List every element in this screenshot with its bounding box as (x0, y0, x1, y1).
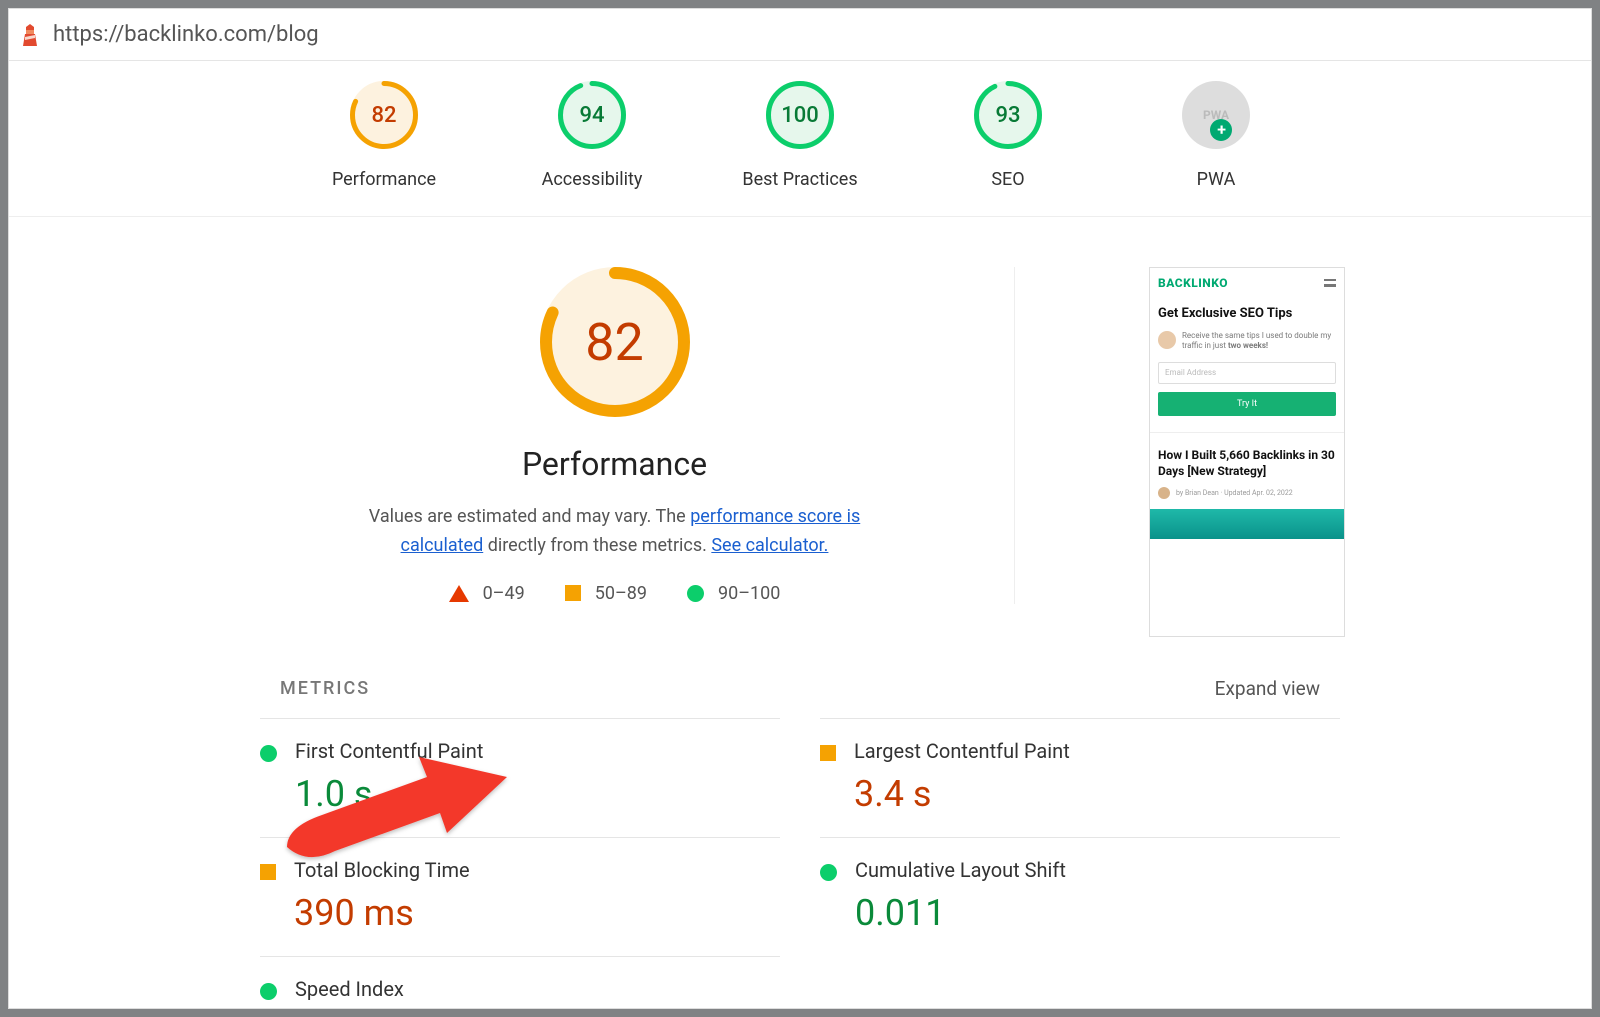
gauge-ring: 82 (350, 81, 418, 149)
preview-article-meta: by Brian Dean · Updated Apr. 02, 2022 (1176, 489, 1293, 497)
gauge-seo[interactable]: 93 SEO (953, 81, 1063, 190)
main-gauge: 82 (540, 267, 690, 417)
gauge-label: PWA (1197, 169, 1236, 190)
gauge-label: Performance (332, 169, 436, 190)
avatar-icon (1158, 331, 1176, 349)
gauge-ring: 94 (558, 81, 626, 149)
gauge-accessibility[interactable]: 94 Accessibility (537, 81, 647, 190)
gauge-label: Best Practices (742, 169, 857, 190)
circle-icon (820, 864, 837, 881)
gauge-label: SEO (991, 169, 1024, 190)
preview-hero-image (1150, 509, 1344, 539)
legend-pass: 90–100 (687, 583, 780, 604)
expand-view-toggle[interactable]: Expand view (1215, 677, 1320, 700)
gauge-performance[interactable]: 82 Performance (329, 81, 439, 190)
metric-cls[interactable]: Cumulative Layout Shift 0.011 (820, 837, 1340, 956)
preview-cta-button: Try It (1158, 392, 1336, 416)
text: directly from these metrics. (483, 535, 711, 556)
gauge-ring: 93 (974, 81, 1042, 149)
square-icon (260, 864, 276, 880)
preview-h1: Get Exclusive SEO Tips (1150, 294, 1344, 327)
gauge-ring: 100 (766, 81, 834, 149)
legend-average: 50–89 (565, 583, 647, 604)
link-see-calculator[interactable]: See calculator. (711, 535, 828, 556)
metric-tbt[interactable]: Total Blocking Time 390 ms (260, 837, 780, 956)
metrics-heading: METRICS (280, 678, 370, 699)
main-gauge-title: Performance (522, 445, 707, 483)
metric-si[interactable]: Speed Index 2.4 s (260, 956, 780, 1008)
page-screenshot-preview: BACKLINKO Get Exclusive SEO Tips Receive… (1149, 267, 1345, 637)
metric-label: First Contentful Paint (295, 739, 483, 763)
scoring-explainer: Values are estimated and may vary. The p… (355, 503, 875, 561)
pwa-badge-icon: PWA+ (1182, 81, 1250, 149)
square-icon (820, 745, 836, 761)
legend-range: 90–100 (718, 583, 780, 604)
metric-value: 0.011 (855, 892, 1066, 934)
metric-label: Largest Contentful Paint (854, 739, 1070, 763)
gauge-best-practices[interactable]: 100 Best Practices (745, 81, 855, 190)
square-icon (565, 585, 581, 601)
legend-fail: 0–49 (449, 583, 525, 604)
legend-range: 50–89 (595, 583, 647, 604)
legend-range: 0–49 (483, 583, 525, 604)
metrics-header-row: METRICS Expand view (260, 677, 1340, 718)
preview-email-input: Email Address (1158, 362, 1336, 384)
score-legend: 0–49 50–89 90–100 (449, 583, 781, 604)
url-text: https://backlinko.com/blog (53, 22, 319, 47)
circle-icon (260, 745, 277, 762)
preview-brand: BACKLINKO (1158, 276, 1228, 290)
metric-label: Speed Index (295, 977, 404, 1001)
metric-value: 3.4 s (854, 773, 1070, 815)
url-bar: https://backlinko.com/blog (9, 9, 1591, 61)
metric-value: 390 ms (294, 892, 470, 934)
hamburger-icon (1324, 279, 1336, 287)
metrics-grid: First Contentful Paint 1.0 s Largest Con… (260, 718, 1340, 1008)
score-gauges-row: 82 Performance 94 Accessibility 100 Best… (9, 61, 1591, 217)
avatar-icon (1158, 487, 1170, 499)
gauge-pwa[interactable]: PWA+ PWA (1161, 81, 1271, 190)
metric-label: Total Blocking Time (294, 858, 470, 882)
metric-lcp[interactable]: Largest Contentful Paint 3.4 s (820, 718, 1340, 837)
lighthouse-icon (19, 24, 41, 46)
triangle-icon (449, 585, 469, 602)
preview-article-title: How I Built 5,660 Backlinks in 30 Days [… (1150, 433, 1344, 483)
gauge-label: Accessibility (542, 169, 643, 190)
metric-value: 1.0 s (295, 773, 483, 815)
metric-label: Cumulative Layout Shift (855, 858, 1066, 882)
circle-icon (260, 983, 277, 1000)
preview-pitch: Receive the same tips I used to double m… (1182, 331, 1336, 352)
metric-fcp[interactable]: First Contentful Paint 1.0 s (260, 718, 780, 837)
circle-icon (687, 585, 704, 602)
performance-hero: 82 Performance Values are estimated and … (79, 267, 1521, 637)
text: Values are estimated and may vary. The (369, 506, 690, 527)
